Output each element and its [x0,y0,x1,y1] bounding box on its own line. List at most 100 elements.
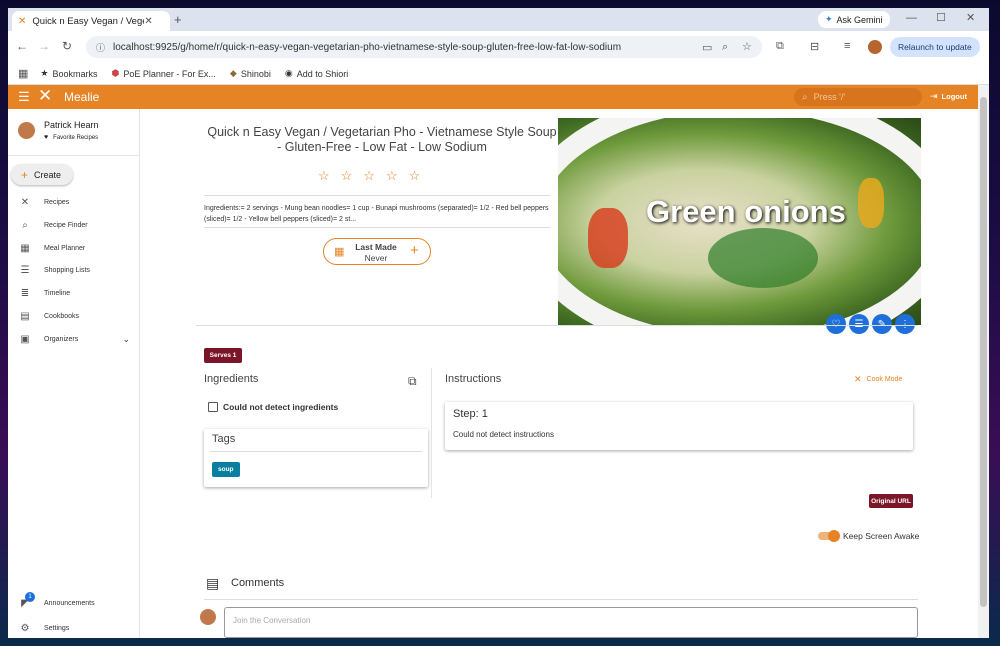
tab-search-icon[interactable]: ⊟ [810,40,819,53]
original-url-chip[interactable]: Original URL [869,494,913,508]
sidebar-item-label: Meal Planner [44,244,86,252]
menu-icon[interactable]: ☰ [18,89,30,105]
recipe-image: Green onions [558,118,921,325]
tag-chip[interactable]: soup [212,462,240,477]
sidebar-item-label: Announcements [44,599,95,607]
ask-gemini-label: Ask Gemini [836,14,883,25]
gemini-icon: ✦ [825,14,833,24]
bookmark-item[interactable]: ⬢ PoE Planner - For Ex... [112,68,216,79]
address-bar[interactable]: ⓘ localhost:9925/g/home/r/quick-n-easy-v… [86,36,762,58]
extensions-icon[interactable]: ⧉ [776,40,784,53]
poe-icon: ⬢ [111,68,120,78]
sidebar-item-timeline[interactable]: ≣ Timeline [18,285,70,301]
megaphone-icon: ◤ 1 [18,591,35,609]
profile-avatar[interactable] [868,40,882,54]
copy-icon[interactable]: ⧉ [408,374,417,389]
browser-tab[interactable]: ✕ Quick n Easy Vegan / Vegetaria ✕ [12,11,170,31]
calendar-icon: ▦ [334,246,345,258]
bookmark-item[interactable]: ◉ Add to Shiori [285,68,348,79]
yellow-pepper [858,178,884,228]
heart-outline-icon: ♡ [831,318,841,330]
close-tab-icon[interactable]: ✕ [144,16,152,27]
sidebar-item-recipe-finder[interactable]: ⌕ Recipe Finder [18,217,88,233]
step-card[interactable]: Step: 1 Could not detect instructions [445,402,913,450]
heart-icon: ♥ [44,134,49,141]
search-icon: ⌕ [22,219,28,231]
sidebar-item-announcements[interactable]: ◤ 1 Announcements [18,591,95,611]
checkbox[interactable] [208,402,218,412]
serves-chip: Serves 1 [204,348,242,363]
utensils-icon: ✕ [20,196,30,208]
logout-icon: ⇥ [930,91,938,101]
sidebar-item-organizers[interactable]: ▣ Organizers ⌄ [18,331,130,347]
bookmark-label: Add to Shiori [296,68,349,79]
reload-icon[interactable]: ↻ [62,39,72,53]
sidebar-item-cookbooks[interactable]: ▤ Cookbooks [18,308,79,324]
forward-icon[interactable]: → [38,39,50,53]
logout-button[interactable]: ⇥ Logout [930,91,967,102]
new-tab-icon[interactable]: + [174,12,182,27]
site-info-icon[interactable]: ⓘ [96,41,105,54]
logout-label: Logout [941,92,967,101]
sidebar-item-recipes[interactable]: ✕ Recipes [18,194,70,210]
watermark-text: XDA [858,553,917,583]
add-to-list-button[interactable]: ☰ [849,314,869,334]
url-text: localhost:9925/g/home/r/quick-n-easy-veg… [113,41,622,53]
edit-button[interactable]: ✎ [872,314,892,334]
timeline-icon: ≣ [20,287,30,299]
divider [196,325,918,326]
rating-stars[interactable]: ☆☆☆☆☆ [318,168,431,184]
scrollbar-thumb[interactable] [980,97,987,607]
plus-icon: + [21,167,29,182]
back-icon[interactable]: ← [16,39,28,53]
create-label: Create [34,169,62,180]
sidebar-item-meal-planner[interactable]: ▦ Meal Planner [18,240,85,256]
favorite-button[interactable]: ♡ [826,314,846,334]
browser-window: ✕ Quick n Easy Vegan / Vegetaria ✕ + ✦ A… [8,8,989,638]
last-made-button[interactable]: ▦ Last Made Never + [323,238,431,265]
maximize-icon[interactable]: ☐ [936,11,946,24]
bookmark-item[interactable]: ★ Bookmarks [40,68,97,79]
relaunch-button[interactable]: Relaunch to update [890,37,980,57]
more-button[interactable]: ⋮ [895,314,915,334]
last-made-value: Never [364,253,388,263]
close-window-icon[interactable]: ✕ [966,11,975,24]
bookmark-label: Bookmarks [52,68,98,79]
toolbar: ← → ↻ ⓘ localhost:9925/g/home/r/quick-n-… [8,31,989,63]
cast-icon[interactable]: ▭ [702,41,712,54]
recipe-description: Ingredients:= 2 servings - Mung bean noo… [204,205,549,223]
search-input[interactable]: ⌕ Press '/' [794,88,922,106]
cook-mode-label: Cook Mode [866,376,903,383]
minimize-icon[interactable]: — [906,12,917,24]
red-pepper [588,208,628,268]
image-caption: Green onions [646,194,846,229]
sidebar-item-settings[interactable]: ⚙ Settings [18,620,70,636]
search-placeholder: Press '/' [813,92,846,102]
sidebar: Patrick Hearn ♥ Favorite Recipes + Creat… [8,109,140,638]
favorites-link[interactable]: ♥ Favorite Recipes [44,134,98,141]
sidebar-item-label: Organizers [44,335,79,343]
zoom-icon[interactable]: ⌕ [722,41,728,54]
tags-title: Tags [212,433,236,445]
page-scrollbar[interactable] [978,85,989,638]
apps-grid-icon[interactable]: ▦ [18,67,28,80]
ingredient-row[interactable]: Could not detect ingredients [208,402,338,412]
last-made-label: Last Made [355,242,397,252]
cook-mode-button[interactable]: ✕ Cook Mode [854,374,902,385]
sidebar-item-shopping-lists[interactable]: ☰ Shopping Lists [18,262,90,278]
brand-title[interactable]: Mealie [64,90,99,104]
divider [8,155,140,156]
recipe-title: Quick n Easy Vegan / Vegetarian Pho - Vi… [207,125,557,154]
toggle-switch[interactable] [818,530,840,542]
mealie-favicon-icon: ✕ [18,15,27,27]
sidebar-item-label: Recipe Finder [44,221,88,229]
keep-awake-toggle[interactable]: Keep Screen Awake [818,530,919,542]
bookmark-star-icon[interactable]: ☆ [742,40,752,53]
user-avatar[interactable] [18,122,35,139]
bookmark-label: Shinobi [240,68,271,79]
media-icon[interactable]: ≡ [844,40,850,52]
ask-gemini-button[interactable]: ✦ Ask Gemini [818,11,890,28]
comment-input[interactable]: Join the Conversation [224,607,918,638]
create-button[interactable]: + Create [11,164,73,185]
bookmark-item[interactable]: ◆ Shinobi [230,68,271,79]
